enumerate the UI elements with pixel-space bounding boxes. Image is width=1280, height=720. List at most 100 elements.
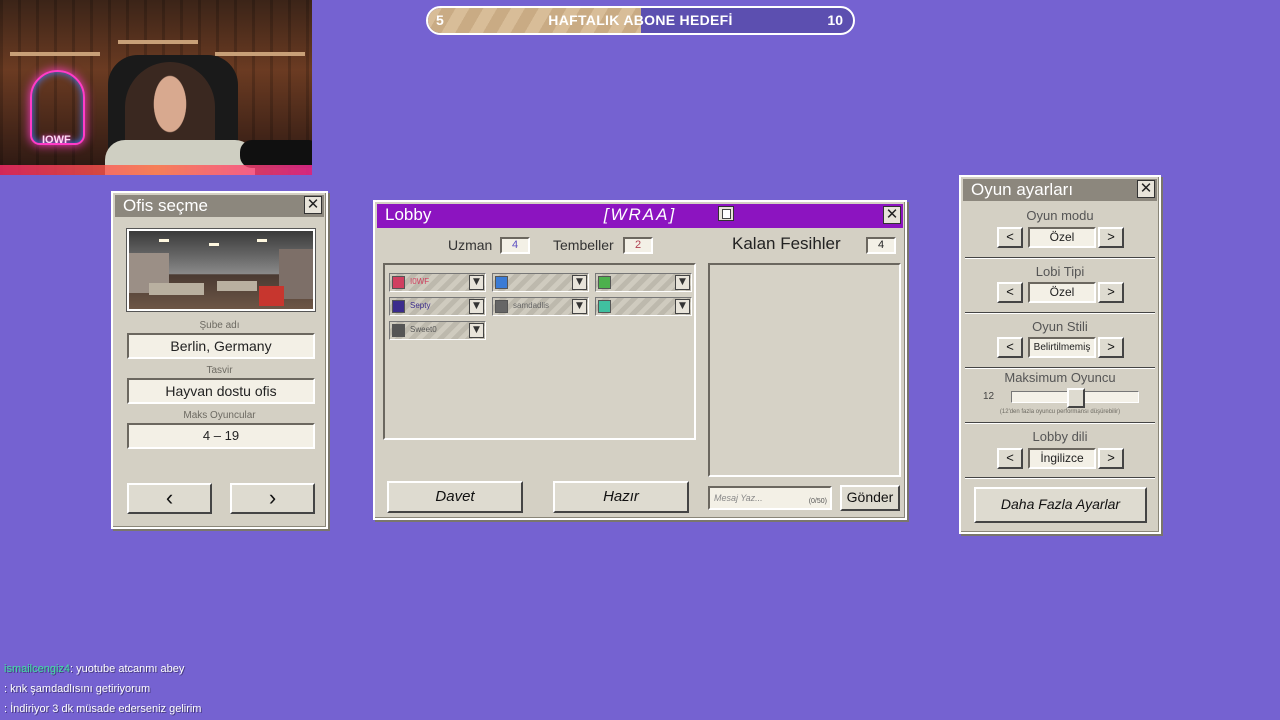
message-placeholder: Mesaj Yaz... [714,493,763,503]
language-next-button[interactable]: > [1098,448,1124,469]
lazy-count: 2 [623,237,653,254]
divider [965,312,1155,314]
language-prev-button[interactable]: < [997,448,1023,469]
lobby-type-prev-button[interactable]: < [997,282,1023,303]
max-players-field: 4 – 19 [127,423,315,449]
microphone [240,140,312,168]
game-mode-prev-button[interactable]: < [997,227,1023,248]
chevron-left-icon: ‹ [165,485,174,510]
description-label: Tasvir [206,365,233,376]
chat-username: ismailcengiz4 [4,663,71,675]
goal-label: HAFTALIK ABONE HEDEFİ [548,12,733,28]
player-slot[interactable]: samdadlis ▼ [492,297,589,316]
divider [965,367,1155,369]
max-players-label: Maksimum Oyuncu [1004,370,1116,385]
slider-handle[interactable] [1067,388,1085,408]
chevron-right-icon: › [268,485,277,510]
divider [965,257,1155,259]
game-style-next-button[interactable]: > [1098,337,1124,358]
window-title: Ofis seçme [115,195,324,217]
player-list: I0WF ▼ ▼ ▼ Septy ▼ samdadlis ▼ ▼ Sweet0 ▼ [383,263,696,440]
chat-message: ismailcengiz4: yuotube atcanmı abey [4,663,184,675]
send-button[interactable]: Gönder [840,485,900,511]
description-field: Hayvan dostu ofis [127,378,315,404]
window-title: Oyun ayarları [963,179,1157,201]
player-avatar [495,300,508,313]
player-name: samdadlis [513,301,550,310]
lobby-language-value: İngilizce [1028,448,1096,469]
player-slot[interactable]: Sweet0 ▼ [389,321,486,340]
lobby-window: Lobby [WRAA] ✕ Uzman 4 Tembeller 2 Kalan… [373,200,907,520]
close-button[interactable]: ✕ [304,196,322,214]
lobby-language-label: Lobby dili [1032,429,1088,444]
remaining-dismissals-label: Kalan Fesihler [732,234,841,253]
player-name: Septy [410,301,431,310]
shelf [215,52,305,56]
chevron-down-icon[interactable]: ▼ [469,275,484,290]
player-avatar [392,276,405,289]
lobby-type-next-button[interactable]: > [1098,282,1124,303]
player-slot[interactable]: I0WF ▼ [389,273,486,292]
lobby-type-label: Lobi Tipi [1035,264,1085,279]
player-avatar [392,300,405,313]
player-slot[interactable]: ▼ [492,273,589,292]
lobby-code: [WRAA] [603,205,677,224]
close-button[interactable]: ✕ [883,206,901,224]
game-mode-next-button[interactable]: > [1098,227,1124,248]
game-settings-window: Oyun ayarları ✕ Oyun modu < Özel > Lobi … [959,175,1161,534]
more-settings-button[interactable]: Daha Fazla Ayarlar [974,487,1147,523]
expert-label: Uzman [448,237,493,253]
led-strip [0,165,312,175]
max-players-note: (12'den fazla oyuncu performansı düşüreb… [999,409,1121,415]
max-players-value: 12 [983,391,995,402]
shelf [10,52,100,56]
goal-target: 10 [827,12,843,28]
player-avatar [495,276,508,289]
chat-text: : İndiriyor 3 dk müsade ederseniz geliri… [4,703,202,715]
prev-office-button[interactable]: ‹ [127,483,212,514]
branch-label: Şube adı [199,320,240,331]
player-slot[interactable]: ▼ [595,273,692,292]
lazy-label: Tembeller [553,237,614,253]
expert-count: 4 [500,237,530,254]
player-name: Sweet0 [410,325,437,334]
chat-text: : yuotube atcanmı abey [70,663,185,675]
player-name: I0WF [410,277,430,286]
player-avatar [392,324,405,337]
remaining-dismissals-count: 4 [866,237,896,254]
game-style-label: Oyun Stili [1032,319,1088,334]
office-preview-image [126,228,316,312]
lobby-titlebar: Lobby [WRAA] [377,204,903,228]
office-select-window: Ofis seçme ✕ Şube adı Berlin, Germany Ta… [111,191,328,529]
game-mode-value: Özel [1028,227,1096,248]
invite-button[interactable]: Davet [387,481,523,513]
game-style-value: Belirtilmemiş [1028,337,1096,358]
player-slot[interactable]: ▼ [595,297,692,316]
subscriber-goal-bar: 5 HAFTALIK ABONE HEDEFİ 10 [426,6,855,35]
lobby-type-value: Özel [1028,282,1096,303]
lobby-chat-log [708,263,901,477]
max-players-label: Maks Oyuncular [183,410,256,421]
player-slot[interactable]: Septy ▼ [389,297,486,316]
chevron-down-icon[interactable]: ▼ [572,299,587,314]
max-players-slider[interactable] [1011,388,1139,408]
game-mode-label: Oyun modu [1026,208,1094,223]
chat-message: : İndiriyor 3 dk müsade ederseniz geliri… [4,703,201,715]
chat-text: : knk şamdadlısını getiriyorum [4,683,151,695]
neon-sign-text: IOWF [42,134,71,146]
next-office-button[interactable]: › [230,483,315,514]
copy-icon[interactable] [718,206,734,221]
chevron-down-icon[interactable]: ▼ [675,275,690,290]
chevron-down-icon[interactable]: ▼ [469,299,484,314]
close-button[interactable]: ✕ [1137,180,1155,198]
ready-button[interactable]: Hazır [553,481,689,513]
chevron-down-icon[interactable]: ▼ [572,275,587,290]
chevron-down-icon[interactable]: ▼ [469,323,484,338]
branch-field: Berlin, Germany [127,333,315,359]
divider [965,477,1155,479]
chevron-down-icon[interactable]: ▼ [675,299,690,314]
message-input[interactable]: Mesaj Yaz... (0/50) [708,486,832,510]
game-style-prev-button[interactable]: < [997,337,1023,358]
chat-message: : knk şamdadlısını getiriyorum [4,683,150,695]
player-avatar [598,300,611,313]
